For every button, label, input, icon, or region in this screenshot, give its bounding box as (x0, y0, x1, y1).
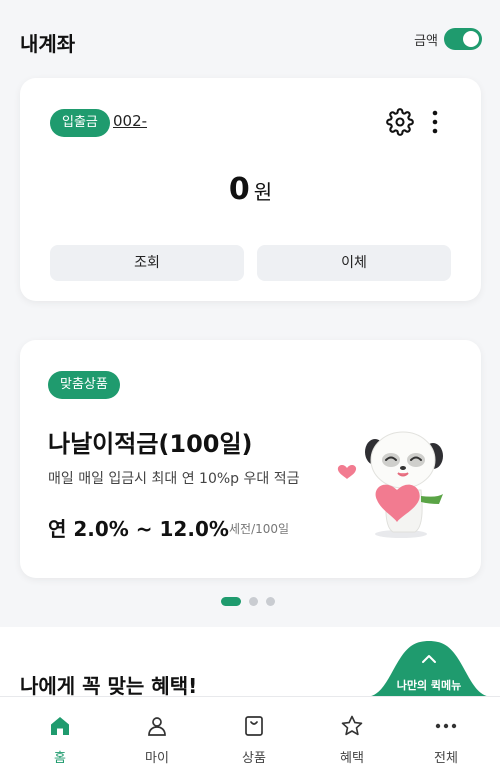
gear-icon[interactable] (386, 108, 414, 136)
nav-item-home[interactable]: 홈 (10, 697, 110, 774)
quickmenu-button[interactable]: 나만의 퀵메뉴 (365, 641, 493, 697)
balance: 0원 (20, 172, 481, 207)
nav-item-benefits[interactable]: 혜택 (302, 697, 402, 774)
mascot-holding-heart-image (337, 431, 443, 538)
nav-label: 혜택 (340, 751, 364, 766)
amount-toggle[interactable] (444, 28, 482, 50)
recommended-badge: 맞춤상품 (48, 371, 120, 399)
carousel-indicator (221, 597, 275, 606)
home-icon (51, 717, 69, 735)
carousel-dot[interactable] (266, 597, 275, 606)
header: 내계좌 금액 (0, 0, 500, 78)
page-title: 내계좌 (20, 32, 76, 56)
benefits-section-title: 나에게 꼭 맞는 혜택! (20, 674, 198, 698)
rate-term: 세전/100일 (229, 522, 290, 536)
nav-item-products[interactable]: 상품 (204, 697, 304, 774)
nav-label: 홈 (54, 751, 66, 766)
account-number-link[interactable]: 002- (113, 112, 147, 130)
more-vertical-icon[interactable] (425, 109, 445, 135)
product-name: 나날이적금(100일) (48, 430, 253, 458)
more-horizontal-icon (435, 723, 457, 729)
balance-amount: 0 (228, 172, 250, 207)
amount-toggle-group[interactable]: 금액 (414, 28, 482, 50)
transfer-button[interactable]: 이체 (257, 245, 451, 281)
product-promo-card[interactable]: 맞춤상품 나날이적금(100일) 매일 매일 입금시 최대 연 10%p 우대 … (20, 340, 481, 578)
amount-toggle-label: 금액 (414, 33, 438, 49)
query-button[interactable]: 조회 (50, 245, 244, 281)
nav-item-my[interactable]: 마이 (107, 697, 207, 774)
nav-item-all[interactable]: 전체 (396, 697, 496, 774)
interest-rate: 연 2.0% ~ 12.0% (48, 517, 229, 541)
star-icon (341, 715, 363, 736)
product-description: 매일 매일 입금시 최대 연 10%p 우대 적금 (48, 471, 300, 487)
quickmenu-label: 나만의 퀵메뉴 (396, 679, 462, 692)
bottom-navigation: 홈 마이 상품 혜택 전체 (0, 696, 500, 774)
shopping-bag-icon (245, 716, 263, 736)
person-icon (148, 717, 166, 736)
carousel-dot[interactable] (221, 597, 241, 606)
nav-label: 상품 (242, 751, 266, 766)
nav-label: 전체 (434, 751, 458, 766)
account-type-badge: 입출금 (50, 109, 110, 137)
nav-label: 마이 (145, 751, 169, 766)
account-card: 입출금 002- 0원 조회 이체 (20, 78, 481, 301)
carousel-dot[interactable] (249, 597, 258, 606)
toggle-knob (463, 31, 479, 47)
balance-unit: 원 (253, 180, 273, 204)
